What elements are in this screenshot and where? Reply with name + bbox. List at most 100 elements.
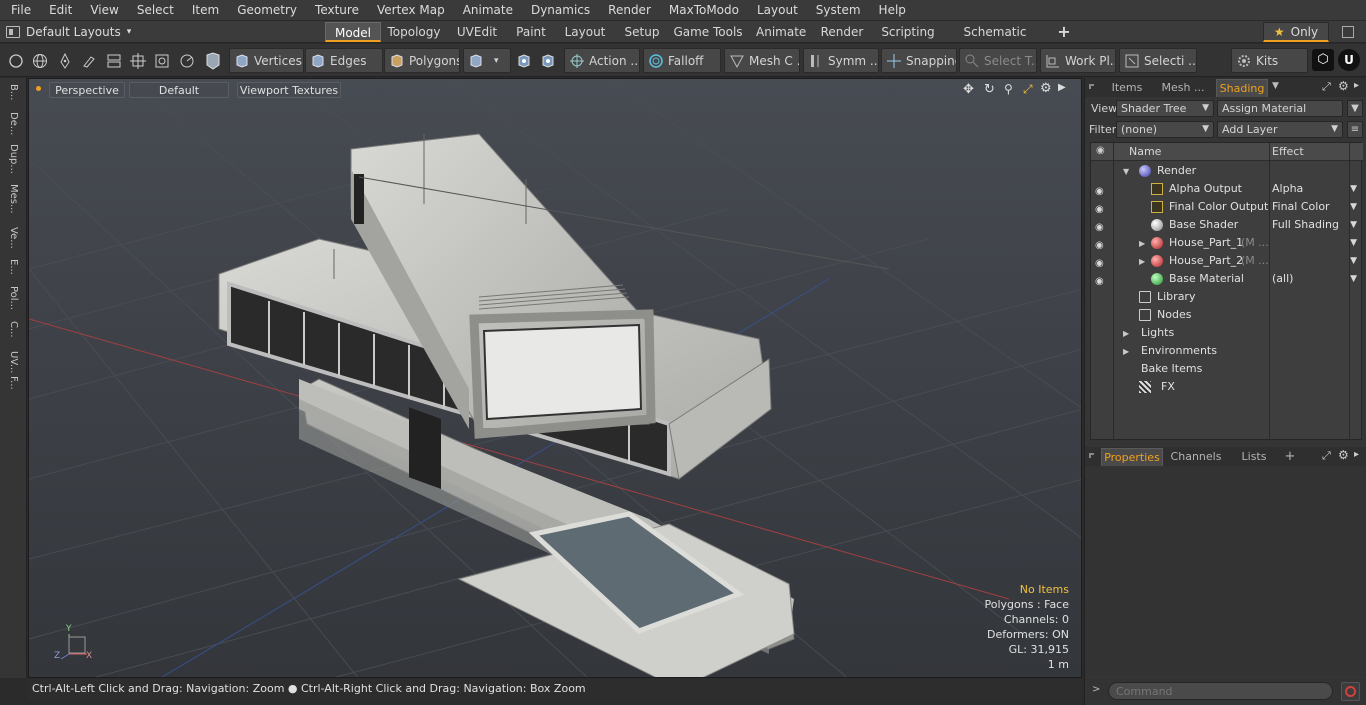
rotate-icon[interactable] <box>179 53 195 69</box>
move-view-icon[interactable]: ✥ <box>963 82 974 97</box>
menu-item-select[interactable]: Select <box>128 0 183 21</box>
menu-item-animate[interactable]: Animate <box>454 0 522 21</box>
left-strip-tab[interactable]: B... <box>4 84 22 100</box>
tab-layout[interactable]: Layout <box>556 22 614 42</box>
effect-dropdown-arrow-icon[interactable]: ▼ <box>1350 180 1357 198</box>
shader-tree-row[interactable]: ◉ Base Shader Full Shading ▼ <box>1091 216 1361 234</box>
add-layer-dropdown[interactable]: Add Layer ▼ <box>1217 121 1343 138</box>
menu-item-texture[interactable]: Texture <box>306 0 368 21</box>
effect-dropdown-arrow-icon[interactable]: ▼ <box>1350 216 1357 234</box>
viewport-scene[interactable] <box>29 79 1082 678</box>
shader-tree-row[interactable]: ▼ Render <box>1091 162 1361 180</box>
panel-more-icon[interactable]: ▸ <box>1354 80 1359 91</box>
settings-gear-icon[interactable] <box>540 53 556 69</box>
left-strip-tab[interactable]: Mes... <box>4 184 22 214</box>
assign-material-button[interactable]: Assign Material <box>1217 100 1343 117</box>
mesh-gear-icon[interactable] <box>516 53 532 69</box>
unreal-icon[interactable]: U <box>1338 49 1360 71</box>
menu-item-geometry[interactable]: Geometry <box>228 0 306 21</box>
tabs-menu-chevron-icon[interactable]: ▼ <box>1272 81 1279 91</box>
effect-dropdown-arrow-icon[interactable]: ▼ <box>1350 234 1357 252</box>
menu-item-item[interactable]: Item <box>183 0 228 21</box>
shader-tree-row[interactable]: FX <box>1091 378 1361 396</box>
3d-viewport[interactable]: Y Z X Perspective Default Viewport Textu… <box>28 78 1082 678</box>
viewport-textures-dropdown[interactable]: Viewport Textures <box>237 82 341 98</box>
shader-tree-row[interactable]: ◉ Base Material (all) ▼ <box>1091 270 1361 288</box>
shader-tree-row[interactable]: Library <box>1091 288 1361 306</box>
effect-column-header[interactable]: Effect <box>1272 145 1304 158</box>
tab-uvedit[interactable]: UVEdit <box>448 22 506 42</box>
left-strip-tab[interactable]: Dup... <box>4 144 22 174</box>
brush-icon[interactable] <box>81 53 97 69</box>
effect-dropdown-arrow-icon[interactable]: ▼ <box>1350 270 1357 288</box>
only-toggle[interactable]: ★ Only <box>1263 22 1329 42</box>
unity-icon[interactable]: ⬡ <box>1312 49 1334 71</box>
command-input[interactable] <box>1108 682 1333 700</box>
panel-more-icon[interactable]: ▸ <box>1354 449 1359 460</box>
tab-game-tools[interactable]: Game Tools <box>670 22 746 42</box>
action-center-button[interactable]: Action ... <box>564 48 640 73</box>
tab-schematic-fusion[interactable]: Schematic Fusion <box>945 22 1045 59</box>
left-strip-tab[interactable]: Ve... <box>4 227 22 249</box>
menu-item-system[interactable]: System <box>807 0 870 21</box>
menu-item-vertex-map[interactable]: Vertex Map <box>368 0 454 21</box>
panel-expand-icon[interactable]: ⤢ <box>1322 80 1331 94</box>
zoom-view-icon[interactable]: ⚲ <box>1004 82 1013 96</box>
shader-tree-row[interactable]: ◉ Alpha Output Alpha ▼ <box>1091 180 1361 198</box>
record-macro-icon[interactable] <box>1341 682 1360 701</box>
falloff-button[interactable]: Falloff <box>643 48 721 73</box>
tab-setup[interactable]: Setup <box>617 22 667 42</box>
tab-render[interactable]: Render <box>813 22 871 42</box>
menu-item-layout[interactable]: Layout <box>748 0 807 21</box>
tab-animate[interactable]: Animate <box>756 22 806 42</box>
group-icon[interactable] <box>106 53 122 69</box>
tab-lists[interactable]: Lists <box>1231 448 1277 466</box>
expand-arrow-icon[interactable]: ▶ <box>1139 235 1145 253</box>
menu-item-render[interactable]: Render <box>599 0 660 21</box>
tab-scripting[interactable]: Scripting <box>876 22 940 42</box>
filter-dropdown[interactable]: (none) ▼ <box>1116 121 1214 138</box>
left-strip-tab[interactable]: C... <box>4 321 22 338</box>
kits-button[interactable]: Kits <box>1231 48 1308 73</box>
center-icon[interactable] <box>130 53 146 69</box>
shading-default-dropdown[interactable]: Default <box>129 82 229 98</box>
list-options-icon[interactable]: ≡ <box>1347 121 1363 138</box>
snapping-button[interactable]: Snapping <box>881 48 957 73</box>
shield-icon[interactable] <box>204 51 222 71</box>
shader-tree-row[interactable]: ◉ Final Color Output Final Color ▼ <box>1091 198 1361 216</box>
left-strip-tab[interactable]: UV... <box>4 351 22 373</box>
menu-item-file[interactable]: File <box>0 0 40 21</box>
perspective-dropdown[interactable]: Perspective <box>49 82 125 98</box>
edges-button[interactable]: Edges <box>305 48 383 73</box>
tab-items[interactable]: Items <box>1101 79 1153 97</box>
viewport-dot-icon[interactable] <box>36 86 41 91</box>
shader-tree-row[interactable]: Nodes <box>1091 306 1361 324</box>
tab-channels[interactable]: Channels <box>1167 448 1225 466</box>
left-strip-tab[interactable]: De... <box>4 112 22 135</box>
selection-sets-button[interactable]: Selecti ... <box>1119 48 1197 73</box>
expand-arrow-icon[interactable]: ▶ <box>1123 325 1129 343</box>
rotate-view-icon[interactable]: ↻ <box>984 82 995 97</box>
mesh-constraint-button[interactable]: Mesh C ... <box>724 48 800 73</box>
polygons-button[interactable]: Polygons <box>384 48 460 73</box>
maximize-icon[interactable] <box>1342 26 1354 38</box>
expand-arrow-icon[interactable]: ▼ <box>1123 163 1129 181</box>
globe-icon[interactable] <box>32 53 48 69</box>
tab-mesh[interactable]: Mesh ... <box>1157 79 1209 97</box>
shader-tree-row[interactable]: ▶ Lights <box>1091 324 1361 342</box>
menu-item-edit[interactable]: Edit <box>40 0 81 21</box>
left-strip-tab[interactable]: E... <box>4 259 22 275</box>
tab-topology[interactable]: Topology <box>384 22 444 42</box>
pen-tool-icon[interactable] <box>57 53 73 69</box>
viewport-gear-icon[interactable]: ⚙ <box>1040 81 1052 96</box>
default-layouts-dropdown[interactable]: Default Layouts ▾ <box>6 23 131 41</box>
tab-paint[interactable]: Paint <box>509 22 553 42</box>
funnel-icon[interactable]: ▼ <box>1347 100 1363 117</box>
left-strip-tab[interactable]: F... <box>4 376 22 390</box>
effect-dropdown-arrow-icon[interactable]: ▼ <box>1350 252 1357 270</box>
panel-gear-icon[interactable]: ⚙ <box>1338 79 1349 93</box>
item-mode-dropdown[interactable]: ▾ <box>463 48 511 73</box>
work-plane-button[interactable]: Work Pl... <box>1040 48 1116 73</box>
expand-arrow-icon[interactable]: ▶ <box>1123 343 1129 361</box>
select-circle-icon[interactable] <box>8 53 24 69</box>
